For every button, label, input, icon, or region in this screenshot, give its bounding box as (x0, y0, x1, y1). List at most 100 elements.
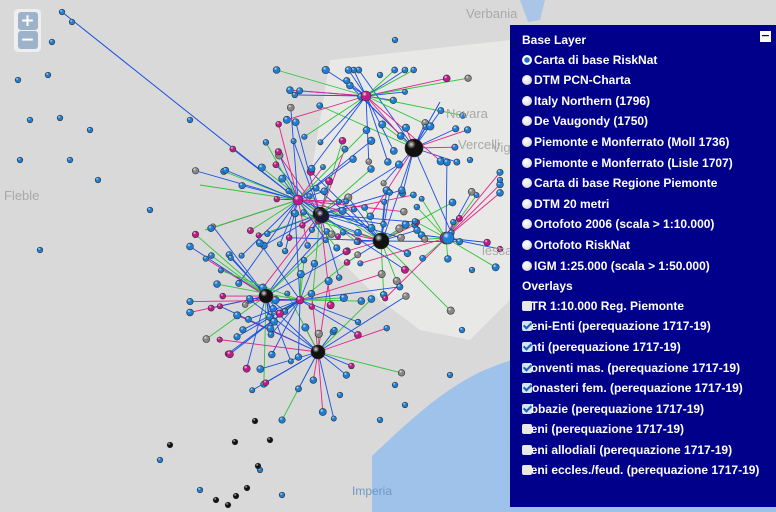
map-point-highlight (421, 235, 428, 243)
overlay-label[interactable]: Beni allodiali (perequazione 1717-19) (522, 443, 732, 457)
map-point-highlight (365, 158, 372, 165)
map-point-highlight (278, 175, 286, 183)
checkbox[interactable] (522, 300, 532, 311)
radio-button[interactable] (522, 136, 532, 147)
map-point-highlight (238, 252, 245, 259)
map-point-highlight (333, 244, 341, 252)
overlay-option[interactable]: Conventi mas. (perequazione 1717-19) (510, 361, 768, 377)
radio-button[interactable] (522, 178, 532, 189)
base-layer-option[interactable]: Italy Northern (1796) (522, 94, 768, 110)
checkbox[interactable] (522, 341, 532, 352)
radio-button[interactable] (522, 157, 532, 168)
base-layer-option[interactable]: Ortofoto RiskNat (522, 238, 768, 254)
map-point-highlight (452, 125, 459, 132)
overlay-option[interactable]: Beni eccles./feud. (perequazione 1717-19… (510, 463, 768, 479)
base-layer-option[interactable]: IGM 1:25.000 (scala > 1:50.000) (522, 259, 768, 275)
map-point-highlight (380, 180, 387, 186)
map-point-highlight (338, 207, 347, 215)
base-layer-option[interactable]: Carta di base Regione Piemonte (522, 176, 768, 192)
radio-button[interactable] (522, 219, 532, 230)
base-layer-header: Base Layer (522, 33, 587, 47)
base-layer-label[interactable]: IGM 1:25.000 (scala > 1:50.000) (534, 259, 710, 273)
radio-button[interactable] (522, 116, 532, 127)
base-layer-label[interactable]: DTM PCN-Charta (534, 73, 631, 87)
map-point-highlight (213, 497, 219, 503)
overlay-option[interactable]: Abbazie (perequazione 1717-19) (510, 402, 768, 418)
base-layer-option[interactable]: Ortofoto 2006 (scala > 1:10.000) (522, 217, 768, 233)
radio-button[interactable] (522, 260, 532, 271)
base-layer-option[interactable]: De Vaugondy (1750) (522, 114, 768, 130)
map-point-highlight (447, 372, 453, 378)
base-layer-option[interactable]: Piemonte e Monferrato (Lisle 1707) (522, 156, 768, 172)
base-layer-label[interactable]: Ortofoto 2006 (scala > 1:10.000) (534, 217, 714, 231)
overlay-option[interactable]: Beni allodiali (perequazione 1717-19) (510, 443, 768, 459)
radio-button[interactable] (522, 95, 532, 106)
map-point-highlight (297, 270, 305, 278)
radio-button[interactable] (522, 198, 532, 209)
map-point-highlight (453, 158, 461, 166)
overlay-option[interactable]: Beni-Enti (perequazione 1717-19) (510, 319, 768, 335)
radio-button[interactable] (522, 75, 532, 86)
map-point-highlight (262, 379, 269, 386)
map-point-highlight (315, 209, 329, 223)
checkbox[interactable] (522, 465, 532, 476)
base-layer-option[interactable]: Piemonte e Monferrato (Moll 1736) (522, 135, 768, 151)
base-layer-option[interactable]: DTM PCN-Charta (522, 73, 768, 89)
map-point-highlight (37, 247, 43, 253)
overlays-header: Overlays (522, 279, 573, 294)
checkbox[interactable] (522, 424, 532, 435)
checkbox[interactable] (522, 444, 532, 455)
base-layer-label[interactable]: Piemonte e Monferrato (Moll 1736) (534, 135, 729, 149)
map-point-highlight (378, 270, 386, 278)
base-layer-option[interactable]: Carta di base RiskNat (522, 53, 768, 69)
base-layer-label[interactable]: Carta di base Regione Piemonte (534, 176, 717, 190)
overlay-option[interactable]: Enti (perequazione 1717-19) (510, 340, 768, 356)
map-point-highlight (255, 232, 262, 239)
map-point-highlight (49, 39, 55, 45)
base-layer-label[interactable]: Ortofoto RiskNat (534, 238, 630, 252)
map-point-highlight (442, 232, 454, 244)
overlay-label[interactable]: Beni-Enti (perequazione 1717-19) (522, 319, 711, 333)
overlay-option[interactable]: Monasteri fem. (perequazione 1717-19) (510, 381, 768, 397)
base-layer-label[interactable]: Carta di base RiskNat (534, 53, 657, 67)
map-point-highlight (398, 186, 406, 194)
zoom-in-button[interactable]: + (17, 12, 38, 30)
map-point-highlight (45, 72, 51, 78)
base-layer-label[interactable]: De Vaugondy (1750) (534, 114, 648, 128)
map-point-highlight (277, 241, 283, 247)
radio-button[interactable] (522, 54, 532, 65)
base-layer-label[interactable]: Piemonte e Monferrato (Lisle 1707) (534, 156, 733, 170)
place-label-novara: Novara (446, 106, 488, 121)
map-point-highlight (167, 442, 173, 448)
map-point-highlight (216, 336, 223, 343)
minimize-button[interactable]: − (760, 30, 771, 42)
overlay-label[interactable]: Monasteri fem. (perequazione 1717-19) (522, 381, 743, 395)
overlay-label[interactable]: Beni (perequazione 1717-19) (522, 422, 684, 436)
map-point-highlight (378, 120, 386, 129)
overlay-label[interactable]: Conventi mas. (perequazione 1717-19) (522, 361, 740, 375)
overlay-option[interactable]: CTR 1:10.000 Reg. Piemonte (510, 299, 768, 315)
overlay-label[interactable]: Abbazie (perequazione 1717-19) (522, 402, 704, 416)
map-point-highlight (405, 139, 423, 157)
radio-button[interactable] (522, 239, 532, 250)
map-point-highlight (341, 145, 349, 153)
base-layer-option[interactable]: DTM 20 metri (522, 197, 768, 213)
map-point-highlight (392, 382, 398, 388)
map-viewport[interactable]: Verbania Novara Vercelli Vige lessand Imperia… (0, 0, 776, 512)
overlay-label[interactable]: Enti (perequazione 1717-19) (522, 340, 681, 354)
checkbox[interactable] (522, 383, 532, 394)
overlay-label[interactable]: Beni eccles./feud. (perequazione 1717-19… (522, 463, 759, 477)
overlay-label[interactable]: CTR 1:10.000 Reg. Piemonte (522, 299, 684, 313)
map-point-highlight (218, 267, 224, 274)
map-point-highlight (186, 298, 194, 305)
checkbox[interactable] (522, 362, 532, 373)
zoom-out-button[interactable]: − (17, 31, 38, 49)
checkbox[interactable] (522, 403, 532, 414)
base-layer-label[interactable]: Italy Northern (1796) (534, 94, 650, 108)
overlay-option[interactable]: Beni (perequazione 1717-19) (510, 422, 768, 438)
map-point-highlight (268, 351, 276, 358)
checkbox[interactable] (522, 321, 532, 332)
base-layer-label[interactable]: DTM 20 metri (534, 197, 609, 211)
map-point-highlight (57, 115, 63, 121)
zoom-control: + − (14, 9, 41, 52)
